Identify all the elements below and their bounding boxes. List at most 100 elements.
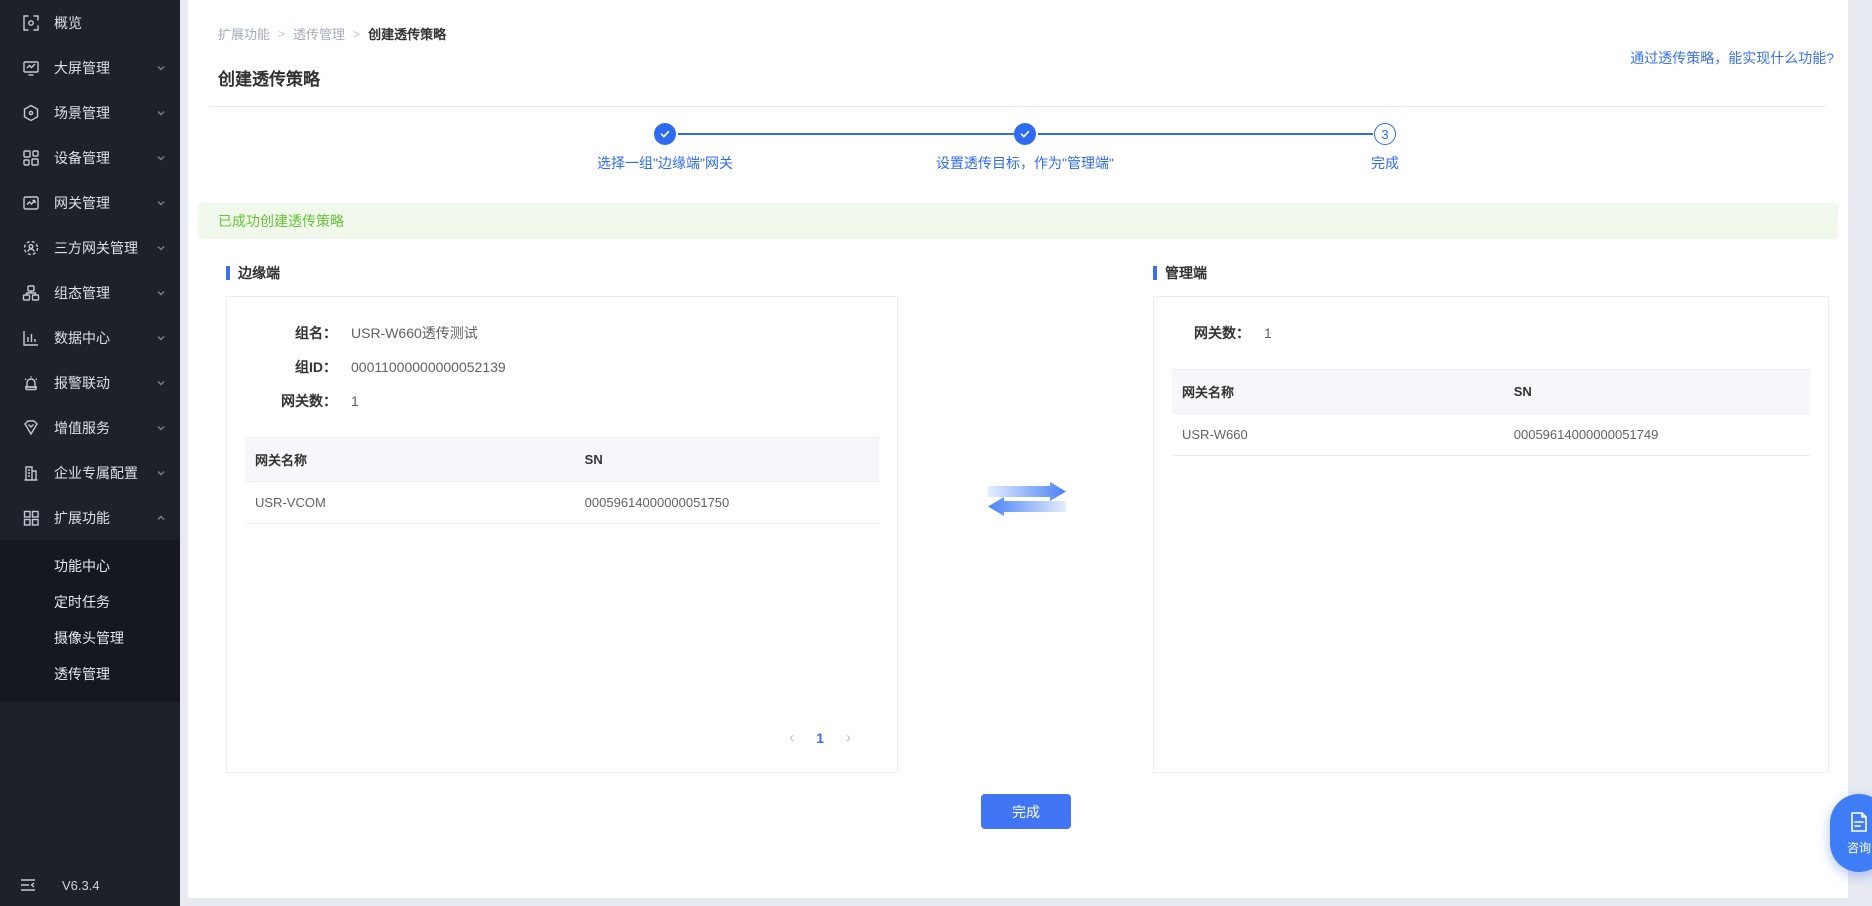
gateway-count-row: 网关数： 1	[1172, 323, 1810, 343]
sidebar-item-data-center[interactable]: 数据中心	[0, 315, 180, 360]
group-id-label: 组ID：	[245, 357, 337, 377]
step-1-check-icon	[654, 123, 676, 145]
sidebar-subitem-scheduled-tasks[interactable]: 定时任务	[0, 584, 180, 620]
gateway-name-cell: USR-W660	[1172, 414, 1504, 456]
overview-icon	[22, 14, 40, 32]
breadcrumb-separator: >	[278, 27, 285, 41]
consult-fab[interactable]: 咨询	[1830, 794, 1872, 872]
sidebar: 概览 大屏管理 场景管理 设备管理 网关管理 三方网关管理	[0, 0, 180, 906]
version-label: V6.3.4	[62, 878, 100, 893]
chevron-down-icon	[156, 153, 166, 163]
main-content: 扩展功能 > 透传管理 > 创建透传策略 通过透传策略，能实现什么功能? 创建透…	[188, 0, 1848, 898]
section-bar	[1153, 266, 1157, 280]
pagination: ‹ 1 ›	[789, 729, 851, 746]
scene-icon	[22, 104, 40, 122]
extension-submenu: 功能中心 定时任务 摄像头管理 透传管理	[0, 540, 180, 702]
sidebar-item-third-party-gateway[interactable]: 三方网关管理	[0, 225, 180, 270]
sidebar-item-label: 增值服务	[54, 418, 150, 438]
device-icon	[22, 149, 40, 167]
step-2-label: 设置透传目标，作为"管理端"	[936, 153, 1114, 173]
enterprise-icon	[22, 464, 40, 482]
chevron-up-icon	[156, 513, 166, 523]
chevron-down-icon	[156, 288, 166, 298]
sidebar-item-label: 三方网关管理	[54, 238, 150, 258]
collapse-sidebar-icon[interactable]	[20, 878, 36, 892]
group-name-label: 组名：	[245, 323, 337, 343]
step-3-label: 完成	[1371, 153, 1399, 173]
page-title: 创建透传策略	[218, 65, 1848, 90]
stepper: 选择一组"边缘端"网关 设置透传目标，作为"管理端" 3 完成	[188, 123, 1848, 191]
sidebar-footer: V6.3.4	[0, 864, 180, 906]
third-party-gateway-icon	[22, 239, 40, 257]
page-number[interactable]: 1	[816, 730, 824, 746]
group-name-row: 组名： USR-W660透传测试	[245, 323, 879, 343]
group-id-row: 组ID： 00011000000000052139	[245, 357, 879, 377]
sidebar-item-alarm[interactable]: 报警联动	[0, 360, 180, 405]
gateway-count-label: 网关数：	[245, 391, 337, 411]
sidebar-item-enterprise[interactable]: 企业专属配置	[0, 450, 180, 495]
success-alert: 已成功创建透传策略	[198, 203, 1838, 239]
sidebar-item-device[interactable]: 设备管理	[0, 135, 180, 180]
gateway-count-label: 网关数：	[1172, 323, 1250, 343]
table-header-row: 网关名称 SN	[245, 438, 879, 482]
sidebar-item-overview[interactable]: 概览	[0, 0, 180, 45]
gateway-name-cell: USR-VCOM	[245, 482, 575, 524]
data-center-icon	[22, 329, 40, 347]
title-divider	[210, 106, 1826, 107]
management-gateway-table: 网关名称 SN USR-W660 00059614000000051749	[1172, 369, 1810, 456]
breadcrumb-passthrough[interactable]: 透传管理	[293, 24, 345, 43]
sidebar-item-label: 场景管理	[54, 103, 150, 123]
header-sn: SN	[575, 438, 879, 482]
edge-panel-card: 组名： USR-W660透传测试 组ID： 000110000000000521…	[226, 296, 898, 773]
chevron-down-icon	[156, 423, 166, 433]
management-panel-title-text: 管理端	[1165, 263, 1207, 283]
sidebar-item-label: 企业专属配置	[54, 463, 150, 483]
sidebar-subitem-passthrough-management[interactable]: 透传管理	[0, 656, 180, 692]
gateway-icon	[22, 194, 40, 212]
header-gateway-name: 网关名称	[1172, 370, 1504, 414]
transfer-arrows-icon	[984, 478, 1070, 520]
table-row[interactable]: USR-VCOM 00059614000000051750	[245, 482, 879, 524]
prev-page-button[interactable]: ‹	[789, 729, 794, 746]
edge-gateway-table: 网关名称 SN USR-VCOM 00059614000000051750	[245, 437, 879, 524]
gateway-sn-cell: 00059614000000051750	[575, 482, 879, 524]
configuration-icon	[22, 284, 40, 302]
table-header-row: 网关名称 SN	[1172, 370, 1810, 414]
breadcrumb-extension[interactable]: 扩展功能	[218, 24, 270, 43]
panels-row: 边缘端 组名： USR-W660透传测试 组ID： 00011000000000…	[188, 263, 1848, 773]
extension-icon	[22, 509, 40, 527]
value-added-icon	[22, 419, 40, 437]
sidebar-item-label: 扩展功能	[54, 508, 150, 528]
finish-button[interactable]: 完成	[981, 794, 1071, 829]
sidebar-item-big-screen[interactable]: 大屏管理	[0, 45, 180, 90]
sidebar-item-extension[interactable]: 扩展功能	[0, 495, 180, 540]
help-link[interactable]: 通过透传策略，能实现什么功能?	[1630, 48, 1834, 68]
sidebar-subitem-camera-management[interactable]: 摄像头管理	[0, 620, 180, 656]
step-line-1	[678, 133, 1014, 135]
group-name-value: USR-W660透传测试	[351, 323, 478, 343]
sidebar-item-label: 数据中心	[54, 328, 150, 348]
sidebar-item-configuration[interactable]: 组态管理	[0, 270, 180, 315]
gateway-count-row: 网关数： 1	[245, 391, 879, 411]
gateway-sn-cell: 00059614000000051749	[1504, 414, 1810, 456]
chevron-down-icon	[156, 63, 166, 73]
chevron-down-icon	[156, 198, 166, 208]
sidebar-item-label: 报警联动	[54, 373, 150, 393]
sidebar-subitem-function-center[interactable]: 功能中心	[0, 548, 180, 584]
sidebar-item-label: 设备管理	[54, 148, 150, 168]
edge-panel: 边缘端 组名： USR-W660透传测试 组ID： 00011000000000…	[226, 263, 898, 773]
sidebar-item-scene[interactable]: 场景管理	[0, 90, 180, 135]
breadcrumb-current: 创建透传策略	[368, 24, 446, 43]
sidebar-item-gateway[interactable]: 网关管理	[0, 180, 180, 225]
chevron-down-icon	[156, 243, 166, 253]
management-panel: 管理端 网关数： 1 网关名称 SN USR-W	[1153, 263, 1829, 773]
group-id-value: 00011000000000052139	[351, 359, 506, 375]
table-row[interactable]: USR-W660 00059614000000051749	[1172, 414, 1810, 456]
chevron-down-icon	[156, 468, 166, 478]
sidebar-item-label: 组态管理	[54, 283, 150, 303]
next-page-button[interactable]: ›	[846, 729, 851, 746]
chevron-down-icon	[156, 108, 166, 118]
consult-label: 咨询	[1847, 839, 1871, 856]
sidebar-item-value-added[interactable]: 增值服务	[0, 405, 180, 450]
section-bar	[226, 266, 230, 280]
